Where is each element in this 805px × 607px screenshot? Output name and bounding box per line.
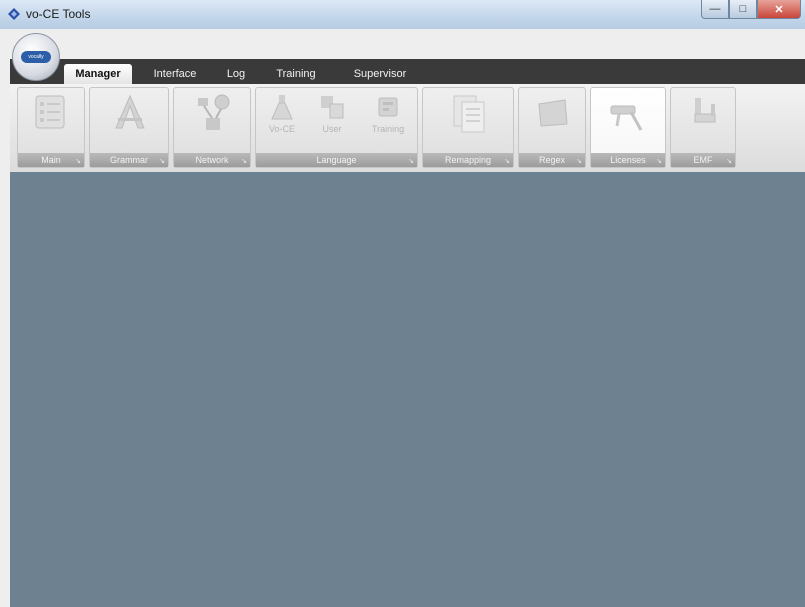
training-label: Training (371, 124, 405, 134)
grammar-button[interactable] (110, 92, 150, 132)
group-label-network: Network ↘ (174, 153, 250, 167)
ribbon-group-regex: Regex ↘ (518, 87, 586, 168)
workspace-area[interactable] (10, 172, 805, 607)
network-button[interactable] (192, 92, 234, 134)
main-button[interactable] (30, 92, 70, 132)
network-launcher-icon[interactable]: ↘ (241, 157, 247, 165)
licenses-launcher-icon[interactable]: ↘ (656, 157, 662, 165)
ribbon-panel: Main ↘ Grammar ↘ Network ↘ Vo-CE User Tr… (10, 84, 805, 173)
quick-access-toolbar: = (0, 29, 805, 74)
application-menu-button[interactable]: vocally (12, 33, 60, 81)
training-button[interactable]: Training (364, 92, 412, 134)
window-title: vo-CE Tools (26, 7, 91, 21)
ribbon-group-network: Network ↘ (173, 87, 251, 168)
group-label-regex: Regex ↘ (519, 153, 585, 167)
tab-manager[interactable]: Manager (64, 64, 132, 84)
window-controls: — □ ✕ (701, 0, 801, 20)
group-label-emf: EMF ↘ (671, 153, 735, 167)
tab-supervisor[interactable]: Supervisor (342, 64, 418, 84)
regex-launcher-icon[interactable]: ↘ (576, 157, 582, 165)
ribbon-group-language: Vo-CE User Training Language ↘ (255, 87, 418, 168)
close-button[interactable]: ✕ (757, 0, 801, 19)
tab-training[interactable]: Training (266, 64, 326, 84)
orb-logo: vocally (21, 51, 51, 63)
app-window: vo-CE Tools — □ ✕ = vocally Manager Inte… (0, 0, 805, 607)
ribbon-group-grammar: Grammar ↘ (89, 87, 169, 168)
main-launcher-icon[interactable]: ↘ (75, 157, 81, 165)
grammar-launcher-icon[interactable]: ↘ (159, 157, 165, 165)
documents-icon (453, 95, 485, 133)
group-label-grammar: Grammar ↘ (90, 153, 168, 167)
regex-button[interactable] (533, 92, 573, 132)
compass-icon (115, 94, 145, 129)
training-icon (378, 97, 398, 117)
licenses-button[interactable] (607, 96, 649, 136)
vo-ce-label: Vo-CE (268, 124, 295, 134)
vo-ce-button[interactable]: Vo-CE (262, 92, 302, 134)
ribbon-group-licenses: Licenses ↘ (590, 87, 666, 168)
left-frame (0, 29, 10, 607)
remapping-launcher-icon[interactable]: ↘ (504, 157, 510, 165)
app-diamond-icon (8, 8, 20, 20)
box-icon (538, 99, 568, 127)
group-label-language: Language ↘ (256, 153, 417, 167)
flask-icon (271, 95, 293, 120)
language-launcher-icon[interactable]: ↘ (408, 157, 414, 165)
tools-icon (610, 105, 643, 131)
ribbon-tab-bar: Manager Interface Log Training Superviso… (10, 59, 805, 84)
minimize-button[interactable]: — (701, 0, 729, 19)
emf-launcher-icon[interactable]: ↘ (726, 157, 732, 165)
group-label-main: Main ↘ (18, 153, 84, 167)
group-label-licenses: Licenses ↘ (591, 153, 665, 167)
tab-log[interactable]: Log (218, 64, 254, 84)
user-button[interactable]: User (312, 92, 352, 134)
user-label: User (322, 124, 342, 134)
emf-button[interactable] (685, 92, 723, 132)
network-icon (198, 94, 230, 130)
maximize-button[interactable]: □ (729, 0, 757, 19)
users-icon (321, 96, 344, 119)
checklist-icon (35, 95, 65, 129)
chair-icon (694, 98, 716, 123)
remapping-button[interactable] (448, 92, 490, 138)
ribbon-group-emf: EMF ↘ (670, 87, 736, 168)
tab-interface[interactable]: Interface (144, 64, 206, 84)
ribbon-group-main: Main ↘ (17, 87, 85, 168)
title-bar[interactable]: vo-CE Tools — □ ✕ (0, 0, 805, 29)
group-label-remapping: Remapping ↘ (423, 153, 513, 167)
ribbon-group-remapping: Remapping ↘ (422, 87, 514, 168)
